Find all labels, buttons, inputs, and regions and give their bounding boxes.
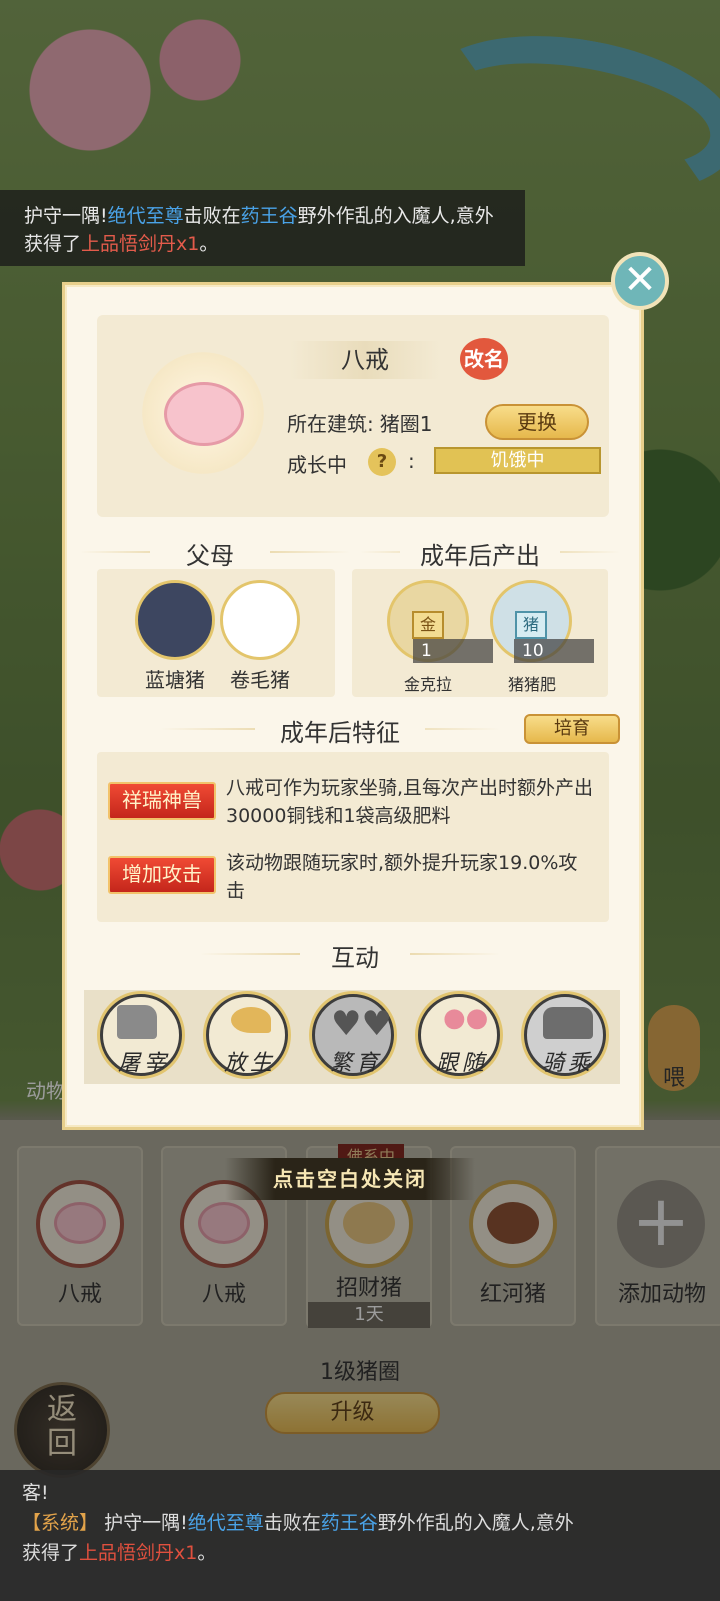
help-icon[interactable]: ? xyxy=(368,448,396,476)
ticker-text: 。 xyxy=(199,233,219,255)
ticker-text: 野外作乱的入魔人, xyxy=(297,205,456,227)
white-curly-pig-icon[interactable] xyxy=(220,580,300,660)
rename-button[interactable]: 改名 xyxy=(460,338,508,380)
saddle-icon xyxy=(543,1007,593,1039)
chat-player: 绝代至尊 xyxy=(187,1512,264,1534)
output-count: 10 xyxy=(514,639,594,663)
chat-line: 获得了上品悟剑丹x1。 xyxy=(22,1538,698,1568)
interaction-label: 屠宰 xyxy=(117,1051,170,1076)
traits-title: 成年后特征 xyxy=(255,713,425,748)
output-count: 1 xyxy=(413,639,493,663)
building-label: 所在建筑: 猪圈1 xyxy=(287,408,432,437)
breed-button[interactable]: 培育 xyxy=(524,714,620,744)
close-x-icon[interactable]: ✕ xyxy=(611,252,669,310)
trait-text: 该动物跟随玩家时,额外提升玩家19.0%攻击 xyxy=(226,852,578,902)
chat-panel[interactable]: 客! 【系统】 护守一隅!绝代至尊击败在药王谷野外作乱的入魔人,意外 获得了上品… xyxy=(0,1470,720,1601)
parent-name: 蓝塘猪 xyxy=(145,668,205,692)
interaction-label: 繁育 xyxy=(329,1051,382,1076)
building-value: 猪圈1 xyxy=(379,412,433,436)
cleaver-icon xyxy=(117,1005,157,1039)
change-building-button[interactable]: 更换 xyxy=(485,404,589,440)
ticker-place: 药王谷 xyxy=(240,205,298,227)
interaction-label: 放生 xyxy=(223,1051,276,1076)
hearts-icon: ♥♥ xyxy=(331,1004,392,1044)
status-bar: 饥饿中 xyxy=(434,447,601,474)
trait-text: 八戒可作为玩家坐骑,且每次产出时额外产出30000铜钱和1袋高级肥料 xyxy=(226,777,594,827)
close-hint: 点击空白处关闭 xyxy=(225,1158,475,1200)
colon: : xyxy=(408,449,415,473)
output-title: 成年后产出 xyxy=(400,536,560,571)
release-button[interactable]: 放生 xyxy=(206,994,288,1076)
follow-button[interactable]: ●● 跟随 xyxy=(418,994,500,1076)
chat-place: 药王谷 xyxy=(320,1512,378,1534)
bag-tag: 猪 xyxy=(515,611,547,639)
ride-button[interactable]: 骑乘 xyxy=(524,994,606,1076)
ticker-text: 击败在 xyxy=(183,205,241,227)
trait-badge: 增加攻击 xyxy=(108,856,216,894)
ticker-player: 绝代至尊 xyxy=(107,205,184,227)
building-label-text: 所在建筑: xyxy=(287,412,374,436)
chat-item: 上品悟剑丹x1 xyxy=(79,1542,198,1564)
black-pig-icon[interactable] xyxy=(135,580,215,660)
chat-text: 获得了 xyxy=(22,1542,80,1564)
bag-tag: 金 xyxy=(412,611,444,639)
chat-line: 客! xyxy=(22,1482,49,1504)
output-name: 金克拉 xyxy=(403,675,452,694)
interaction-label: 跟随 xyxy=(435,1051,488,1076)
ticker-item: 上品悟剑丹x1 xyxy=(81,233,200,255)
chat-text: 护守一隅! xyxy=(104,1512,188,1534)
trait-badge: 祥瑞神兽 xyxy=(108,782,216,820)
chat-line: 【系统】 护守一隅!绝代至尊击败在药王谷野外作乱的入魔人,意外 xyxy=(22,1508,698,1538)
slaughter-button[interactable]: 屠宰 xyxy=(100,994,182,1076)
pet-name: 八戒 xyxy=(290,341,440,379)
output-name: 猪猪肥 xyxy=(507,675,556,694)
ticker-text: 护守一隅! xyxy=(24,205,108,227)
paw-icon: ●● xyxy=(443,1003,489,1033)
breed-interaction-button[interactable]: ♥♥ 繁育 xyxy=(312,994,394,1076)
bird-icon xyxy=(231,1007,271,1033)
parents-title: 父母 xyxy=(150,536,270,571)
parent-name: 卷毛猪 xyxy=(230,668,290,692)
interact-title: 互动 xyxy=(300,938,410,973)
pig-icon xyxy=(164,382,244,446)
chat-text: 击败在 xyxy=(263,1512,321,1534)
pet-portrait xyxy=(142,352,264,474)
chat-text: 。 xyxy=(197,1542,217,1564)
chat-text: 野外作乱的入魔人,意外 xyxy=(377,1512,574,1534)
chat-channel: 【系统】 xyxy=(22,1512,99,1534)
broadcast-ticker: 护守一隅!绝代至尊击败在药王谷野外作乱的入魔人,意外获得了上品悟剑丹x1。 xyxy=(0,190,525,266)
growth-label: 成长中 xyxy=(287,453,347,477)
interaction-label: 骑乘 xyxy=(541,1051,594,1076)
